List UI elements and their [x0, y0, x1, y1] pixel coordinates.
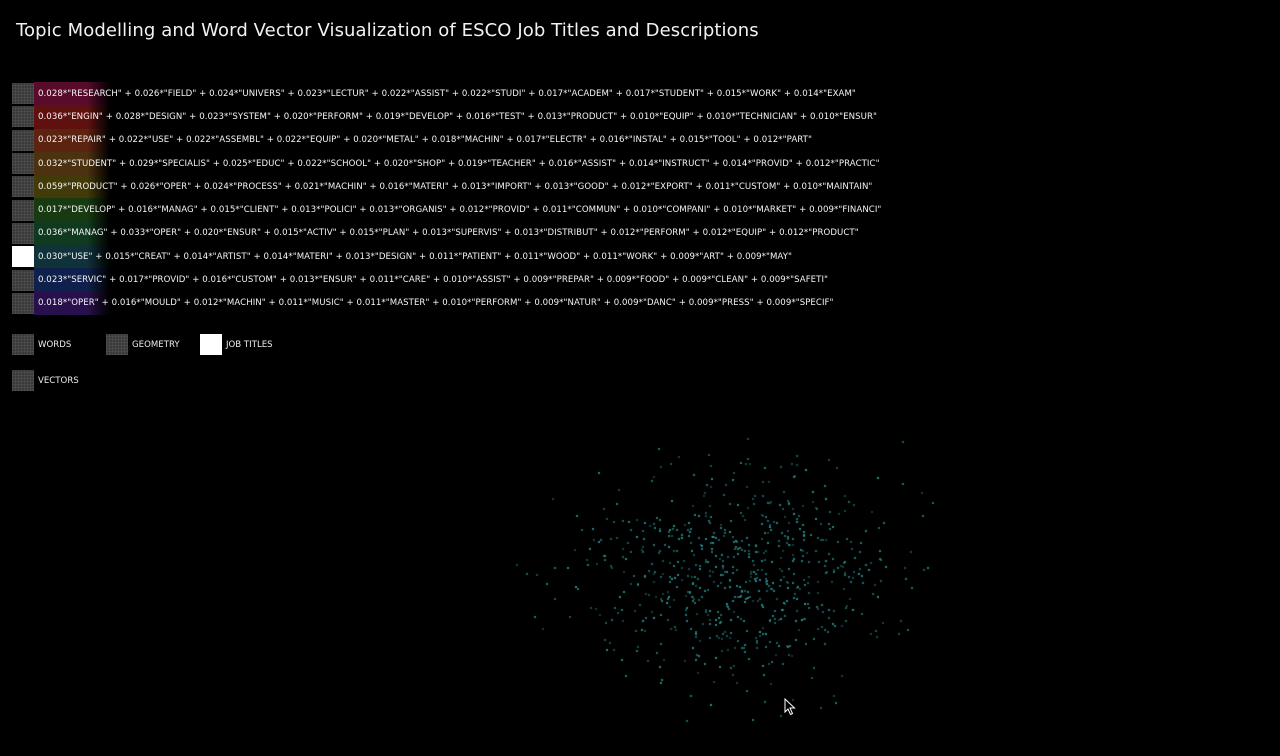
topic-toggle-4[interactable] [12, 153, 34, 175]
legend-vectors: VECTORS [12, 370, 79, 391]
topic-formula: 0.017*"DEVELOP" + 0.016*"MANAG" + 0.015*… [38, 205, 882, 216]
words-toggle[interactable] [12, 334, 34, 355]
topic-row-1: 0.028*"RESEARCH" + 0.026*"FIELD" + 0.024… [12, 82, 881, 106]
topic-row-2: 0.036*"ENGIN" + 0.028*"DESIGN" + 0.023*"… [12, 105, 881, 129]
topic-formula: 0.036*"MANAG" + 0.033*"OPER" + 0.020*"EN… [38, 228, 859, 239]
topic-formula: 0.028*"RESEARCH" + 0.026*"FIELD" + 0.024… [38, 88, 856, 99]
topic-row-10: 0.018*"OPER" + 0.016*"MOULD" + 0.012*"MA… [12, 291, 881, 315]
geometry-toggle[interactable] [106, 334, 128, 355]
topic-toggle-10[interactable] [12, 292, 34, 314]
topic-toggle-2[interactable] [12, 106, 34, 128]
job-titles-toggle[interactable] [200, 334, 222, 355]
vectors-label: VECTORS [38, 375, 79, 386]
topic-row-5: 0.059*"PRODUCT" + 0.026*"OPER" + 0.024*"… [12, 175, 881, 199]
words-label: WORDS [38, 339, 72, 350]
legend-job-titles: JOB TITLES [200, 334, 273, 355]
topic-toggle-7[interactable] [12, 222, 34, 244]
topic-toggle-5[interactable] [12, 176, 34, 198]
topic-row-8: 0.030*"USE" + 0.015*"CREAT" + 0.014*"ART… [12, 245, 881, 269]
topic-row-6: 0.017*"DEVELOP" + 0.016*"MANAG" + 0.015*… [12, 198, 882, 222]
topic-row-3: 0.023*"REPAIR" + 0.022*"USE" + 0.022*"AS… [12, 128, 881, 152]
topic-formula: 0.018*"OPER" + 0.016*"MOULD" + 0.012*"MA… [38, 298, 834, 309]
geometry-label: GEOMETRY [132, 339, 180, 350]
topic-formula: 0.030*"USE" + 0.015*"CREAT" + 0.014*"ART… [38, 251, 792, 262]
topic-formula: 0.023*"REPAIR" + 0.022*"USE" + 0.022*"AS… [38, 135, 812, 146]
topic-row-4: 0.032*"STUDENT" + 0.029*"SPECIALIS" + 0.… [12, 151, 881, 176]
topic-formula: 0.059*"PRODUCT" + 0.026*"OPER" + 0.024*"… [38, 181, 873, 192]
topic-toggle-9[interactable] [12, 269, 34, 291]
topic-row-7: 0.036*"MANAG" + 0.033*"OPER" + 0.020*"EN… [12, 221, 881, 246]
topic-formula: 0.032*"STUDENT" + 0.029*"SPECIALIS" + 0.… [38, 158, 880, 169]
topic-row-9: 0.023*"SERVIC" + 0.017*"PROVID" + 0.016*… [12, 268, 881, 292]
page-title: Topic Modelling and Word Vector Visualiz… [16, 20, 759, 41]
mouse-cursor-icon [784, 698, 796, 716]
legend-geometry: GEOMETRY [106, 334, 180, 355]
job-titles-label: JOB TITLES [226, 339, 273, 350]
topic-toggle-1[interactable] [12, 83, 34, 105]
visualization-app: Topic Modelling and Word Vector Visualiz… [0, 0, 1280, 756]
topic-toggle-8[interactable] [12, 246, 34, 268]
topic-list: 0.028*"RESEARCH" + 0.026*"FIELD" + 0.024… [12, 82, 881, 315]
topic-formula: 0.036*"ENGIN" + 0.028*"DESIGN" + 0.023*"… [38, 111, 877, 122]
topic-toggle-3[interactable] [12, 129, 34, 151]
topic-toggle-6[interactable] [12, 199, 34, 221]
topic-formula: 0.023*"SERVIC" + 0.017*"PROVID" + 0.016*… [38, 275, 829, 286]
legend-words: WORDS [12, 334, 71, 355]
vectors-toggle[interactable] [12, 370, 34, 391]
